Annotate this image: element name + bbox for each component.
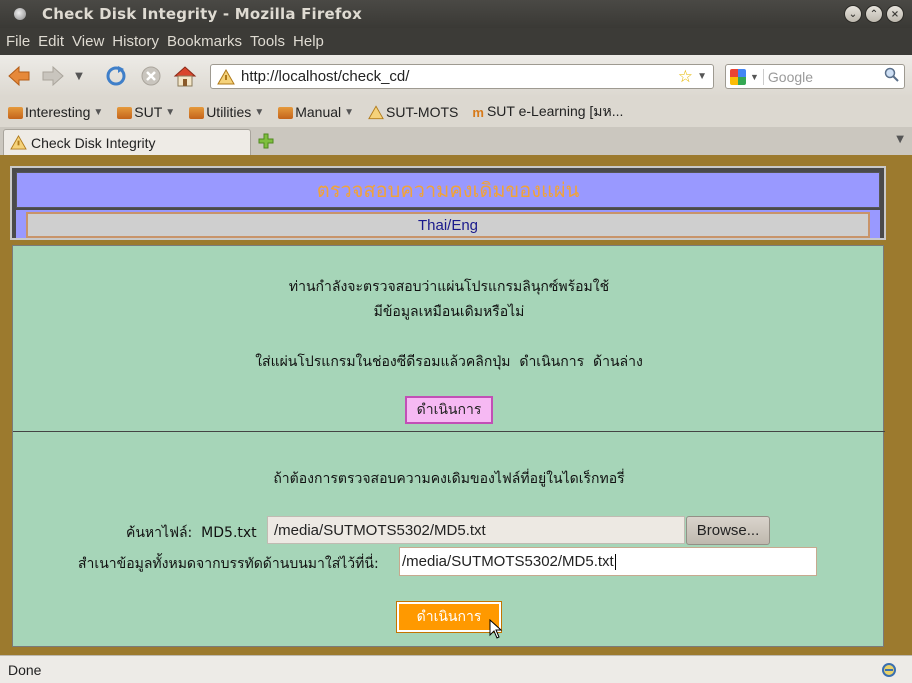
bookmark-folder-sut[interactable]: SUT ▼ — [117, 104, 175, 120]
url-bar[interactable]: http://localhost/check_cd/ ☆ ▼ — [210, 64, 714, 89]
directory-check-text: ถ้าต้องการตรวจสอบความคงเดิมของไฟล์ที่อยู… — [273, 471, 625, 487]
search-input[interactable]: Google — [762, 68, 813, 85]
reload-icon — [106, 66, 126, 86]
find-file-label: ค้นหาไฟล์: MD5.txt — [126, 525, 257, 541]
language-bar: Thai/Eng — [16, 210, 880, 238]
run-check-disk-button[interactable]: ดำเนินการ — [405, 396, 493, 424]
mouse-cursor-icon — [489, 619, 503, 639]
menu-bookmarks[interactable]: Bookmarks — [167, 33, 242, 50]
url-text: http://localhost/check_cd/ — [241, 68, 410, 85]
main-panel: ท่านกำลังจะตรวจสอบว่าแผ่นโปรแกรมลินุกซ์พ… — [12, 245, 885, 647]
menu-bar: File Edit View History Bookmarks Tools H… — [0, 28, 912, 55]
tab-bar: Check Disk Integrity ▼ — [0, 127, 912, 155]
chevron-down-icon: ▼ — [165, 106, 176, 118]
menu-view[interactable]: View — [72, 33, 104, 50]
menu-history[interactable]: History — [112, 33, 159, 50]
chevron-down-icon: ▼ — [254, 106, 265, 118]
new-tab-button[interactable] — [258, 133, 274, 149]
tab-list-chevron-icon[interactable]: ▼ — [896, 134, 904, 145]
window-controls: ⌄ ⌃ × — [844, 5, 904, 23]
url-dropdown-icon[interactable]: ▼ — [697, 71, 707, 82]
back-button[interactable] — [6, 63, 32, 89]
intro-line-1: ท่านกำลังจะตรวจสอบว่าแผ่นโปรแกรมลินุกซ์พ… — [288, 279, 610, 295]
directory-path-input[interactable]: /media/SUTMOTS5302/MD5.txt — [399, 547, 817, 576]
site-icon — [10, 135, 27, 150]
chevron-down-icon: ▼ — [75, 70, 83, 82]
site-icon — [217, 68, 235, 84]
tab-check-disk-integrity[interactable]: Check Disk Integrity — [3, 129, 251, 155]
chevron-down-icon: ▼ — [93, 106, 104, 118]
page-viewport: ตรวจสอบความคงเดิมของแผ่น Thai/Eng ท่านกำ… — [0, 155, 912, 655]
stop-button[interactable] — [138, 63, 164, 89]
bookmark-sut-elearning[interactable]: m SUT e-Learning [มห... — [472, 101, 623, 123]
google-search-engine-icon[interactable] — [730, 68, 746, 85]
browse-button[interactable]: Browse... — [686, 516, 770, 545]
reload-button[interactable] — [103, 63, 129, 89]
folder-icon — [8, 107, 23, 119]
maximize-button[interactable]: ⌃ — [865, 5, 883, 23]
text-caret — [614, 553, 616, 570]
bookmark-folder-interesting[interactable]: Interesting ▼ — [8, 104, 103, 120]
minimize-button[interactable]: ⌄ — [844, 5, 862, 23]
search-bar[interactable]: ▼ Google — [725, 64, 905, 89]
menu-tools[interactable]: Tools — [250, 33, 285, 50]
menu-help[interactable]: Help — [293, 33, 324, 50]
bookmark-folder-manual[interactable]: Manual ▼ — [278, 104, 354, 120]
bookmark-star-icon[interactable]: ☆ — [678, 67, 693, 87]
search-engine-dropdown-icon[interactable]: ▼ — [750, 72, 759, 82]
close-button[interactable]: × — [886, 5, 904, 23]
bookmarks-toolbar: Interesting ▼ SUT ▼ Utilities ▼ Manual ▼ SUT… — [0, 97, 912, 127]
file-path-field[interactable]: /media/SUTMOTS5302/MD5.txt — [267, 516, 685, 544]
intro-line-2: มีข้อมูลเหมือนเดิมหรือไม่ — [373, 304, 525, 320]
window-title: Check Disk Integrity - Mozilla Firefox — [42, 5, 362, 23]
home-icon — [173, 66, 197, 87]
language-toggle-link[interactable]: Thai/Eng — [26, 212, 870, 238]
instruction-text: ใส่แผ่นโปรแกรมในช่องซีดีรอมแล้วคลิกปุ่ม … — [255, 354, 643, 370]
window-menu-icon[interactable] — [14, 8, 26, 20]
run-check-directory-button[interactable]: ดำเนินการ — [397, 602, 501, 632]
stop-icon — [141, 66, 161, 86]
page-title: ตรวจสอบความคงเดิมของแผ่น — [16, 172, 880, 208]
folder-icon — [117, 107, 133, 119]
directory-path-value: /media/SUTMOTS5302/MD5.txt — [402, 553, 614, 570]
moodle-icon: m — [472, 104, 484, 120]
folder-icon — [278, 107, 294, 119]
chevron-down-icon: ▼ — [344, 106, 355, 118]
section-divider — [13, 431, 885, 432]
status-bar: Done — [0, 655, 912, 683]
forward-arrow-icon — [42, 65, 64, 87]
scrollbar[interactable] — [898, 155, 912, 655]
home-button[interactable] — [172, 63, 198, 89]
status-indicator-icon — [880, 661, 898, 682]
forward-button[interactable] — [40, 63, 66, 89]
menu-file[interactable]: File — [6, 33, 30, 50]
magnifier-icon[interactable] — [884, 67, 900, 86]
folder-icon — [189, 107, 205, 119]
bookmark-folder-utilities[interactable]: Utilities ▼ — [189, 104, 264, 120]
page-header: ตรวจสอบความคงเดิมของแผ่น Thai/Eng — [10, 166, 886, 240]
menu-edit[interactable]: Edit — [38, 33, 64, 50]
window-titlebar: Check Disk Integrity - Mozilla Firefox ⌄… — [0, 0, 912, 28]
plus-icon — [258, 133, 274, 149]
copy-path-label: สำเนาข้อมูลทั้งหมดจากบรรทัดด้านบนมาใส่ไว… — [78, 556, 379, 572]
back-arrow-icon — [8, 65, 30, 87]
history-dropdown-button[interactable]: ▼ — [72, 63, 86, 89]
bookmark-sut-mots[interactable]: SUT-MOTS — [368, 104, 458, 120]
status-text: Done — [8, 661, 42, 678]
site-icon — [368, 104, 384, 119]
